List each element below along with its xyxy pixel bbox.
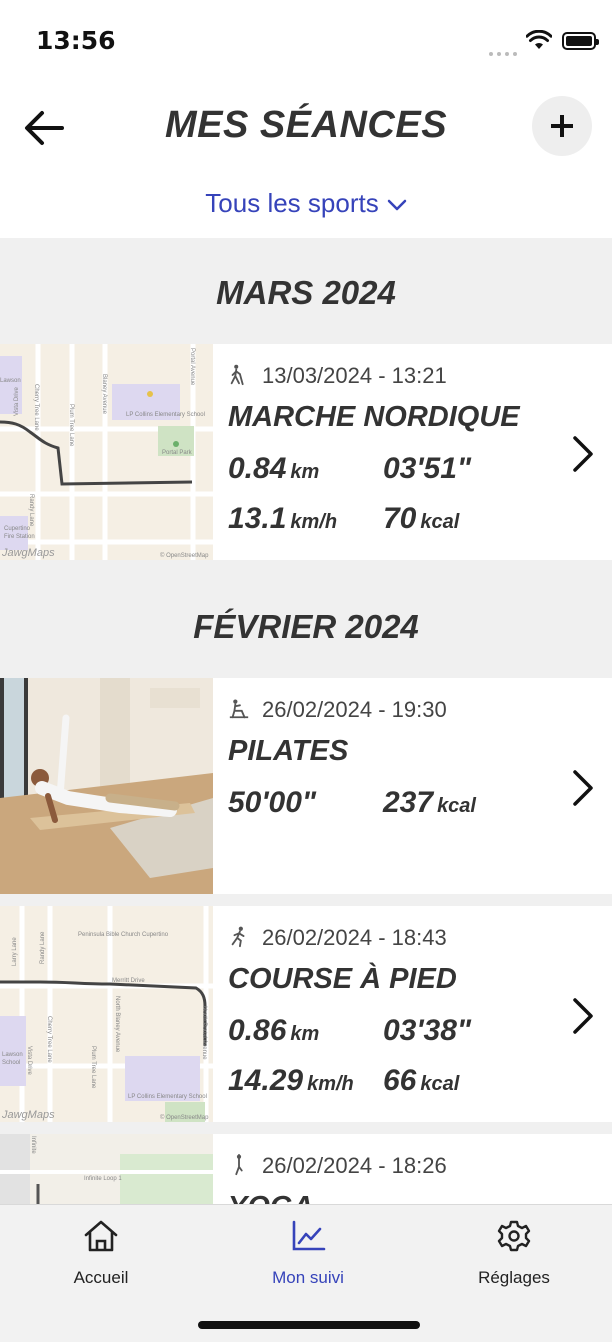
nordic-walking-icon <box>230 364 244 386</box>
chevron-right-icon <box>573 998 593 1034</box>
tab-settings[interactable]: Réglages <box>434 1219 594 1288</box>
session-sport: YOGA <box>228 1190 552 1204</box>
map-label: Randy Lane <box>28 494 34 527</box>
page-title: MES SÉANCES <box>164 104 448 146</box>
map-label: Infinite Loop 1 <box>84 1176 122 1182</box>
session-duration: 03'51" <box>383 452 472 485</box>
map-brand: JawgMaps <box>1 547 55 559</box>
running-icon <box>231 926 245 948</box>
session-speed: 13.1 km/h <box>228 502 338 535</box>
session-calories: 237 kcal <box>383 786 476 819</box>
session-card-yoga[interactable]: Infinite Loop 1 Infinite 26/02/2024 - 18… <box>0 1134 612 1204</box>
map-label: North Portal Avenue <box>201 1006 207 1060</box>
sport-filter-dropdown[interactable]: Tous les sports <box>0 188 612 219</box>
month-header: FÉVRIER 2024 <box>193 608 419 645</box>
sport-filter-label: Tous les sports <box>205 188 379 218</box>
pilates-icon <box>229 699 249 719</box>
yoga-icon <box>235 1154 243 1176</box>
route-map: Infinite Loop 1 Infinite <box>0 1134 213 1204</box>
tab-label: Réglages <box>478 1268 550 1287</box>
map-label: North Blaney Avenue <box>114 996 120 1053</box>
session-card-running[interactable]: Peninsula Bible Church Cupertino Merritt… <box>0 906 612 1122</box>
status-bar: 13:56 <box>0 0 612 84</box>
session-duration: 50'00" <box>228 786 317 819</box>
tab-home[interactable]: Accueil <box>21 1219 181 1288</box>
home-icon <box>84 1220 118 1252</box>
map-label: Fire Station <box>4 534 35 540</box>
chevron-down-icon <box>387 199 406 211</box>
map-label: School <box>2 1060 20 1066</box>
add-session-button[interactable] <box>532 96 592 156</box>
cellular-signal-icon <box>489 43 521 61</box>
session-duration: 03'38" <box>383 1014 472 1047</box>
chart-icon <box>292 1220 326 1251</box>
session-sport: MARCHE NORDIQUE <box>228 401 520 433</box>
map-label: Plum Tree Lane <box>68 404 74 447</box>
session-distance: 0.86 km <box>228 1014 320 1047</box>
session-sport: PILATES <box>228 735 349 767</box>
home-indicator <box>198 1321 420 1329</box>
map-label: LP Collins Elementary School <box>128 1094 207 1100</box>
chevron-right-icon <box>573 770 593 806</box>
map-label: Portal Park <box>162 450 193 456</box>
status-time: 13:56 <box>36 26 116 55</box>
map-label: Lawson <box>2 1052 23 1058</box>
route-map: Peninsula Bible Church Cupertino Merritt… <box>0 906 213 1122</box>
session-photo <box>0 678 213 894</box>
header: MES SÉANCES <box>0 84 612 174</box>
map-label: LP Collins Elementary School <box>126 412 205 418</box>
map-attribution: © OpenStreetMap <box>160 552 209 559</box>
tab-label: Accueil <box>73 1268 129 1287</box>
map-label: Plum Tree Lane <box>90 1046 96 1089</box>
session-card-nordic-walking[interactable]: LP Collins Elementary School Portal Park… <box>0 344 612 560</box>
map-label: Cupertino <box>4 526 31 532</box>
tab-mon-suivi[interactable]: Mon suivi <box>228 1219 388 1288</box>
route-map: LP Collins Elementary School Portal Park… <box>0 344 213 560</box>
session-speed: 14.29 km/h <box>228 1064 354 1097</box>
map-label: Blaney Avenue <box>101 374 107 415</box>
session-calories: 66 kcal <box>383 1064 460 1097</box>
session-datetime: 13/03/2024 - 13:21 <box>228 362 552 390</box>
session-sport: COURSE À PIED <box>228 963 457 995</box>
session-datetime: 26/02/2024 - 18:43 <box>228 924 552 952</box>
map-label: Cherry Tree Lane <box>46 1016 52 1063</box>
map-label: Lawson <box>0 378 21 384</box>
battery-icon <box>562 32 599 50</box>
tab-bar: Accueil Mon suivi Réglages <box>0 1204 612 1342</box>
tab-label: Mon suivi <box>272 1268 344 1287</box>
month-header: MARS 2024 <box>216 274 396 311</box>
session-calories: 70 kcal <box>383 502 460 535</box>
session-list[interactable]: MARS 2024 LP Collins Elementary School P… <box>0 238 612 1204</box>
map-label: Larry Lane <box>12 937 18 966</box>
map-attribution: © OpenStreetMap <box>160 1114 209 1121</box>
map-brand: JawgMaps <box>1 1109 55 1121</box>
session-datetime: 26/02/2024 - 19:30 <box>228 696 552 724</box>
gear-icon <box>497 1220 531 1252</box>
map-label: Vista Drive <box>26 1046 32 1076</box>
map-label: Vista Drive <box>14 386 20 416</box>
map-label: Infinite <box>30 1136 36 1154</box>
wifi-icon <box>526 30 552 49</box>
map-label: Peninsula Bible Church Cupertino <box>78 932 169 938</box>
session-card-pilates[interactable]: 26/02/2024 - 19:30 PILATES 50'00" 237 kca… <box>0 678 612 894</box>
chevron-right-icon <box>573 436 593 472</box>
session-distance: 0.84 km <box>228 452 320 485</box>
session-datetime: 26/02/2024 - 18:26 <box>228 1152 552 1180</box>
map-label: Merritt Drive <box>112 978 145 984</box>
map-label: Cherry Tree Lane <box>33 384 39 431</box>
map-label: Randy Lane <box>40 931 46 964</box>
map-label: Portal Avenue <box>189 348 195 386</box>
